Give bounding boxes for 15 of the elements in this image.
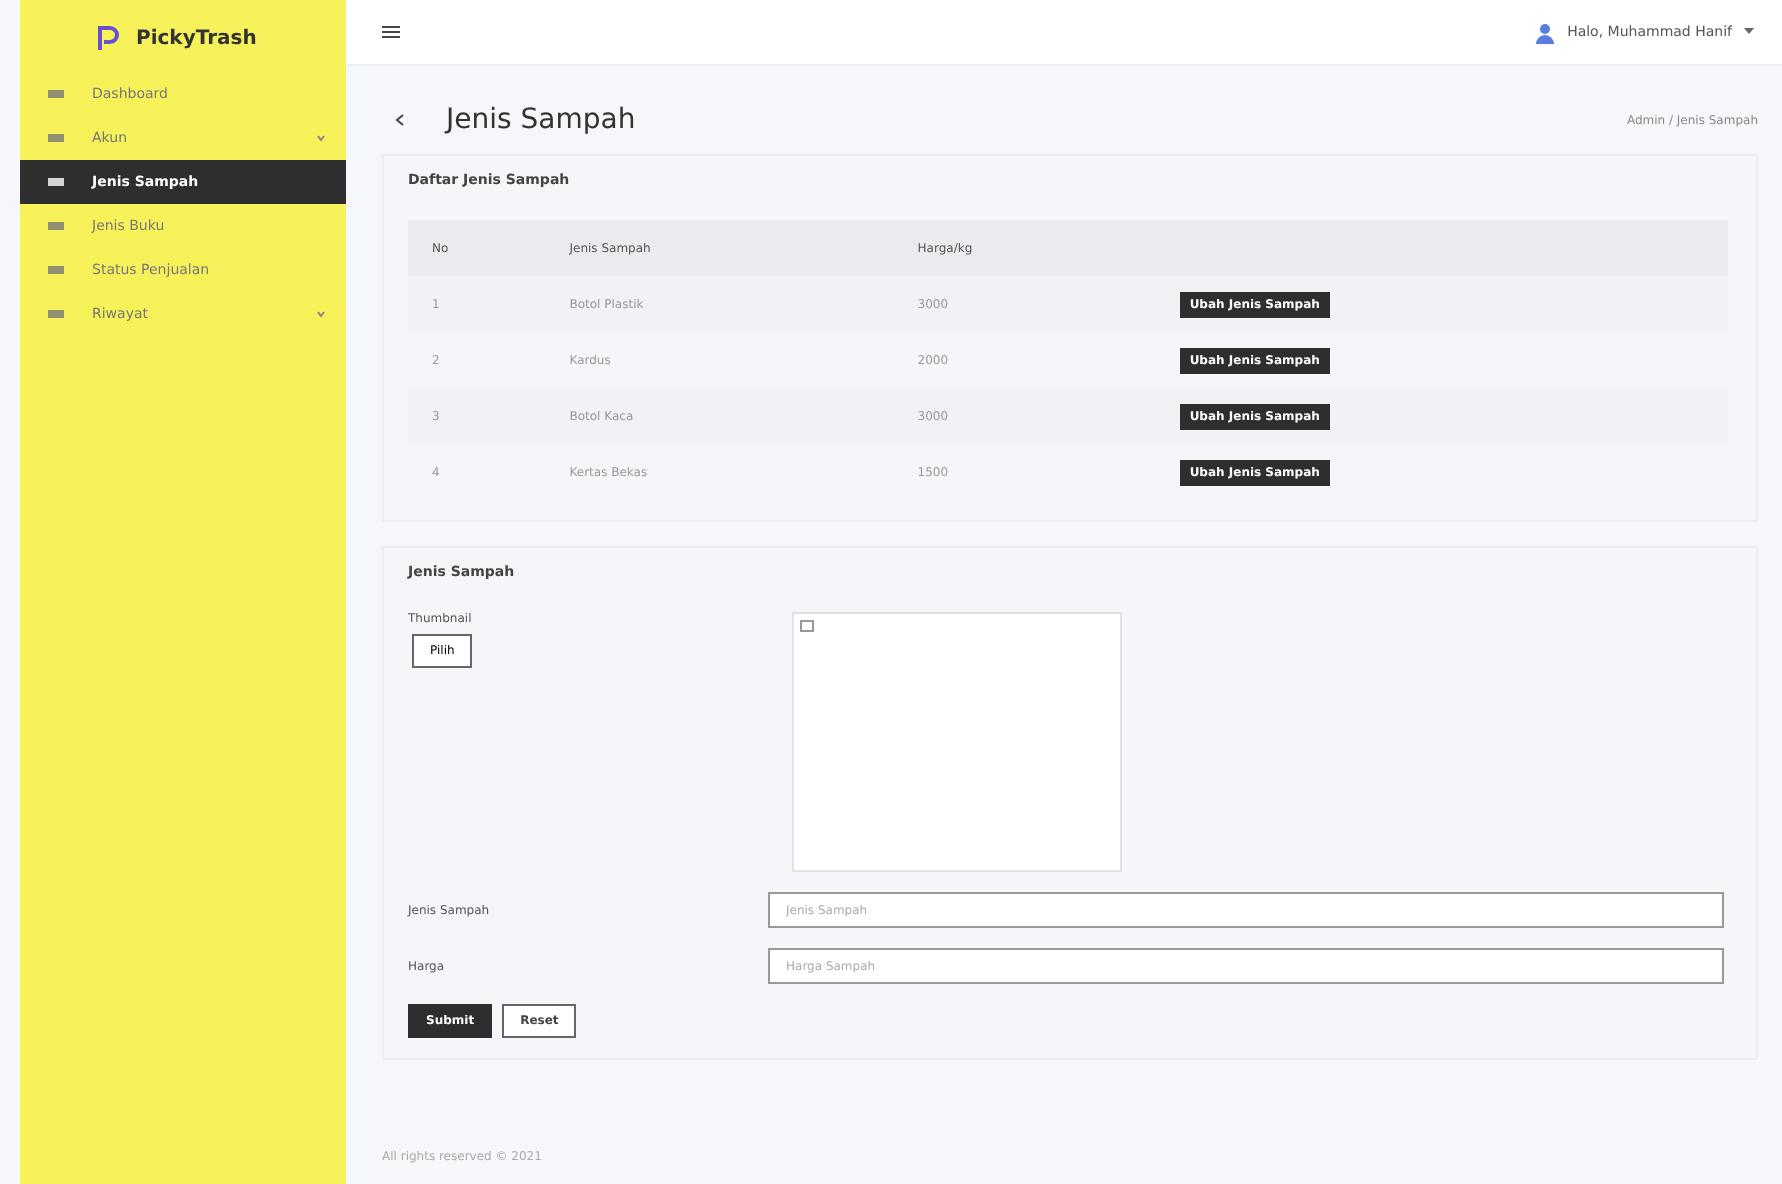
logo-icon [96, 24, 120, 52]
broken-image-icon [800, 620, 814, 632]
user-avatar-icon[interactable] [1533, 21, 1556, 43]
page-title: Jenis Sampah [446, 104, 638, 136]
menu-item-icon [48, 264, 64, 276]
menu-item-icon [48, 132, 64, 144]
caret-icon[interactable] [1744, 28, 1754, 36]
chevron-icon [316, 309, 326, 319]
menu-item-icon [48, 88, 64, 100]
menu-item-icon [48, 220, 64, 232]
brand-name: PickyTrash [136, 27, 257, 49]
chevron-icon [316, 133, 326, 143]
menu-item-icon [48, 308, 64, 320]
menu-icon[interactable] [382, 26, 400, 38]
menu-item-icon [48, 176, 64, 188]
